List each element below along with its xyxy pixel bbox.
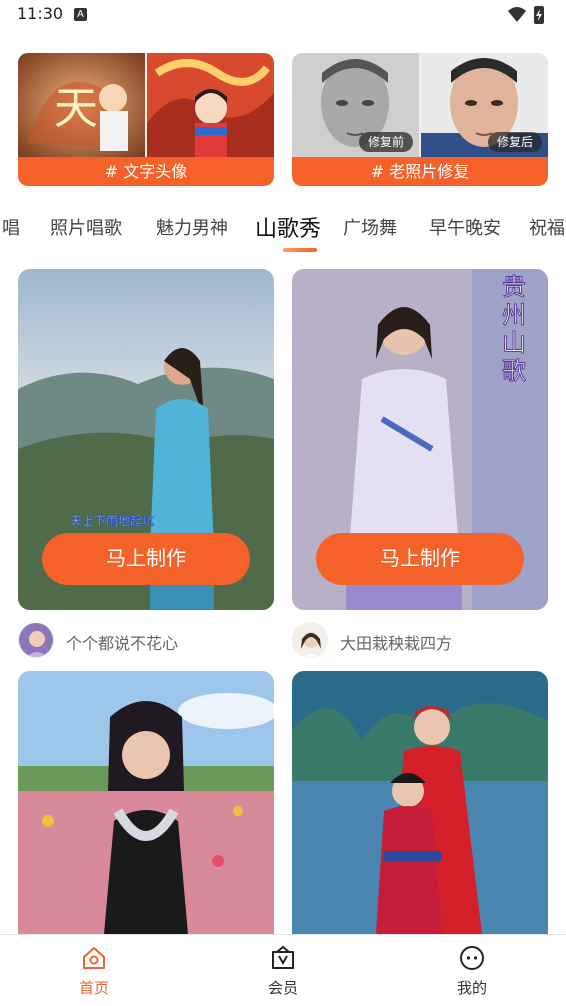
tab-folk-songs[interactable]: 山歌秀 bbox=[255, 211, 321, 243]
vip-bag-icon bbox=[272, 945, 294, 969]
profile-face-icon bbox=[460, 946, 484, 970]
feature-card-text-avatar[interactable]: 天 # 文字头像 bbox=[18, 53, 274, 186]
author-name: 个个都说不花心 bbox=[66, 634, 179, 653]
video-author[interactable]: 大田栽秧栽四方 bbox=[292, 622, 548, 662]
status-bar: 11:30 A bbox=[0, 0, 566, 30]
tab-charming-men[interactable]: 魅力男神 bbox=[156, 214, 228, 240]
bottom-nav: 首页 会员 我的 bbox=[0, 934, 566, 1006]
dragon-avatar-sample-image bbox=[147, 53, 274, 157]
video-overlay-title: 贵州山歌 bbox=[502, 273, 526, 385]
author-name: 大田栽秧栽四方 bbox=[340, 634, 453, 653]
nav-home-label: 首页 bbox=[78, 979, 109, 997]
tab-blessings[interactable]: 祝福 bbox=[529, 214, 565, 240]
video-card[interactable]: 贵州山歌 马上制作 bbox=[292, 269, 548, 610]
photo-restore-tag: # 老照片修复 bbox=[292, 157, 548, 186]
author-avatar bbox=[292, 622, 328, 658]
nav-vip-label: 会员 bbox=[267, 979, 298, 997]
make-now-button[interactable]: 马上制作 bbox=[42, 533, 250, 585]
feature-card-photo-restore[interactable]: 修复前 修复后 # 老照片修复 bbox=[292, 53, 548, 186]
video-thumbnail bbox=[18, 671, 274, 934]
after-photo-image: 修复后 bbox=[421, 53, 548, 157]
nav-profile[interactable]: 我的 bbox=[412, 935, 532, 1006]
text-avatar-tag: # 文字头像 bbox=[18, 157, 274, 186]
author-avatar bbox=[18, 622, 54, 658]
category-tabs: 唱 照片唱歌 魅力男神 山歌秀 广场舞 早午晚安 祝福 bbox=[0, 208, 566, 254]
after-label: 修复后 bbox=[487, 132, 542, 152]
wifi-icon bbox=[508, 7, 526, 22]
video-card[interactable] bbox=[292, 671, 548, 934]
video-thumbnail bbox=[292, 671, 548, 934]
nav-profile-label: 我的 bbox=[456, 979, 487, 997]
svg-text:天: 天 bbox=[54, 83, 98, 134]
tab-square-dance[interactable]: 广场舞 bbox=[343, 214, 397, 240]
video-author[interactable]: 个个都说不花心 bbox=[18, 622, 274, 662]
video-card[interactable]: 天上下雨地起坑 马上制作 bbox=[18, 269, 274, 610]
status-time: 11:30 bbox=[17, 4, 64, 23]
before-label: 修复前 bbox=[358, 132, 413, 152]
before-photo-image: 修复前 bbox=[292, 53, 419, 157]
status-icons bbox=[508, 6, 544, 24]
video-caption: 天上下雨地起坑 bbox=[70, 513, 154, 528]
video-card[interactable] bbox=[18, 671, 274, 934]
tab-sing[interactable]: 唱 bbox=[2, 214, 20, 240]
nav-vip[interactable]: 会员 bbox=[223, 935, 343, 1006]
active-tab-indicator bbox=[283, 248, 317, 252]
tab-greetings[interactable]: 早午晚安 bbox=[429, 214, 501, 240]
nav-home[interactable]: 首页 bbox=[34, 935, 154, 1006]
tab-photo-singing[interactable]: 照片唱歌 bbox=[50, 214, 122, 240]
home-icon bbox=[83, 947, 105, 969]
notification-icon: A bbox=[74, 8, 87, 21]
text-avatar-sample-image: 天 bbox=[18, 53, 145, 157]
make-now-button[interactable]: 马上制作 bbox=[316, 533, 524, 585]
